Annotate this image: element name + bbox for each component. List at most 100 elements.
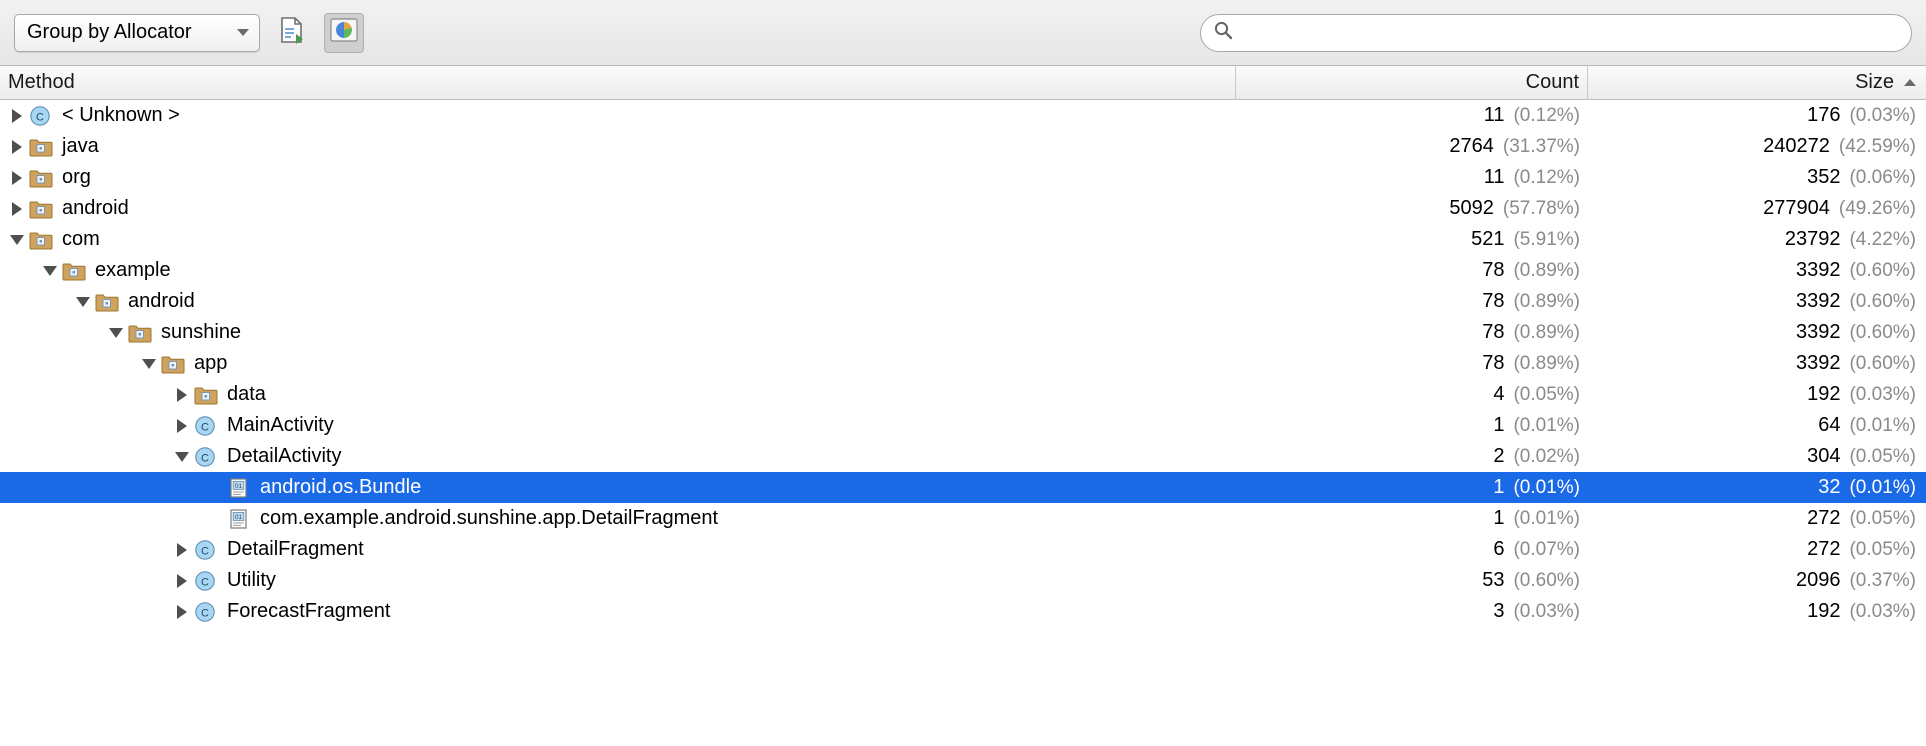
- table-row[interactable]: 01 android.os.Bundle 1 (0.01%) 32 (0.01%): [0, 472, 1926, 503]
- size-value: 352: [1807, 166, 1841, 188]
- table-row[interactable]: C < Unknown > 11 (0.12%) 176 (0.03%): [0, 100, 1926, 131]
- count-value: 5092: [1449, 197, 1494, 219]
- size-percent: (0.60%): [1849, 353, 1916, 374]
- collapse-triangle-icon[interactable]: [6, 229, 28, 251]
- table-row[interactable]: C Utility 53 (0.60%) 2096 (0.37%): [0, 565, 1926, 596]
- size-value: 240272: [1763, 135, 1830, 157]
- column-header-size[interactable]: Size: [1588, 66, 1926, 100]
- search-input[interactable]: [1241, 20, 1899, 45]
- package-folder-icon: [61, 260, 87, 282]
- expand-triangle-icon[interactable]: [6, 167, 28, 189]
- cell-method: app: [0, 352, 1236, 375]
- chart-view-button[interactable]: [324, 12, 364, 53]
- expand-triangle-icon[interactable]: [171, 539, 193, 561]
- export-button[interactable]: [272, 13, 312, 53]
- table-row[interactable]: java 2764 (31.37%) 240272 (42.59%): [0, 131, 1926, 162]
- table-row[interactable]: 01 com.example.android.sunshine.app.Detai…: [0, 503, 1926, 534]
- cell-method: android: [0, 197, 1236, 220]
- svg-text:C: C: [201, 421, 209, 433]
- count-percent: (0.12%): [1513, 105, 1580, 126]
- search-box[interactable]: [1200, 13, 1912, 52]
- table-row[interactable]: data 4 (0.05%) 192 (0.03%): [0, 379, 1926, 410]
- cell-count: 4 (0.05%): [1236, 383, 1588, 406]
- count-percent: (0.60%): [1513, 570, 1580, 591]
- expand-triangle-icon[interactable]: [171, 415, 193, 437]
- table-row[interactable]: C MainActivity 1 (0.01%) 64 (0.01%): [0, 410, 1926, 441]
- table-row[interactable]: app 78 (0.89%) 3392 (0.60%): [0, 348, 1926, 379]
- size-percent: (0.05%): [1849, 508, 1916, 529]
- group-by-allocator-dropdown[interactable]: Group by Allocator: [14, 13, 260, 52]
- cell-size: 277904 (49.26%): [1588, 197, 1926, 220]
- count-percent: (57.78%): [1502, 198, 1580, 219]
- cell-count: 2 (0.02%): [1236, 445, 1588, 468]
- size-percent: (4.22%): [1849, 229, 1916, 250]
- row-label: org: [62, 166, 91, 188]
- expand-triangle-icon[interactable]: [6, 136, 28, 158]
- table-row[interactable]: android 5092 (57.78%) 277904 (49.26%): [0, 193, 1926, 224]
- expand-triangle-icon[interactable]: [171, 570, 193, 592]
- row-label: sunshine: [161, 321, 242, 343]
- expand-triangle-icon[interactable]: [171, 601, 193, 623]
- column-header-count-label: Count: [1525, 71, 1579, 93]
- allocation-tree[interactable]: C < Unknown >11 (0.12%) 176 (0.03%) java 2764(…: [0, 100, 1926, 746]
- cell-method: C < Unknown >: [0, 104, 1236, 127]
- count-value: 11: [1483, 104, 1505, 126]
- row-label: Utility: [227, 569, 276, 591]
- count-percent: (31.37%): [1502, 136, 1580, 157]
- collapse-triangle-icon[interactable]: [138, 353, 160, 375]
- table-row[interactable]: sunshine 78 (0.89%) 3392 (0.60%): [0, 317, 1926, 348]
- size-percent: (0.03%): [1849, 601, 1916, 622]
- table-row[interactable]: com 521 (5.91%) 23792 (4.22%): [0, 224, 1926, 255]
- count-percent: (0.89%): [1513, 353, 1580, 374]
- row-label: java: [62, 135, 99, 157]
- count-value: 78: [1482, 352, 1505, 374]
- cell-method: example: [0, 259, 1236, 282]
- cell-count: 1 (0.01%): [1236, 414, 1588, 437]
- row-label: android: [128, 290, 195, 312]
- table-row[interactable]: android 78 (0.89%) 3392 (0.60%): [0, 286, 1926, 317]
- collapse-triangle-icon[interactable]: [72, 291, 94, 313]
- table-row[interactable]: C ForecastFragment 3 (0.03%) 192 (0.03%): [0, 596, 1926, 627]
- cell-count: 3 (0.03%): [1236, 600, 1588, 623]
- column-header-method[interactable]: Method: [0, 65, 1236, 100]
- count-value: 2764: [1449, 135, 1494, 157]
- cell-count: 78 (0.89%): [1236, 321, 1588, 344]
- package-folder-icon: [28, 136, 54, 158]
- size-value: 3392: [1795, 290, 1841, 312]
- cell-size: 352 (0.06%): [1588, 166, 1926, 189]
- package-folder-icon: [160, 353, 186, 375]
- size-percent: (0.37%): [1849, 570, 1916, 591]
- column-header-count[interactable]: Count: [1236, 65, 1588, 100]
- row-label: DetailActivity: [227, 445, 342, 467]
- row-label: DetailFragment: [227, 538, 364, 560]
- table-row[interactable]: C DetailFragment 6 (0.07%) 272 (0.05%): [0, 534, 1926, 565]
- size-value: 304: [1807, 445, 1841, 467]
- expand-triangle-icon[interactable]: [6, 198, 28, 220]
- collapse-triangle-icon[interactable]: [171, 446, 193, 468]
- expand-triangle-icon[interactable]: [6, 105, 28, 127]
- collapse-triangle-icon[interactable]: [39, 260, 61, 282]
- package-folder-icon: [94, 291, 120, 313]
- count-value: 78: [1482, 290, 1505, 312]
- collapse-triangle-icon[interactable]: [105, 322, 127, 344]
- cell-count: 1 (0.01%): [1236, 507, 1588, 530]
- row-label: android.os.Bundle: [260, 476, 422, 498]
- svg-text:C: C: [201, 607, 209, 619]
- expand-triangle-icon[interactable]: [171, 384, 193, 406]
- search-icon: [1213, 20, 1233, 46]
- svg-text:01: 01: [235, 483, 243, 490]
- size-value: 32: [1818, 476, 1841, 498]
- count-value: 53: [1482, 569, 1505, 591]
- count-value: 521: [1471, 228, 1505, 250]
- package-folder-icon: [28, 198, 54, 220]
- table-row[interactable]: org 11 (0.12%) 352 (0.06%): [0, 162, 1926, 193]
- size-percent: (0.05%): [1849, 446, 1916, 467]
- svg-text:C: C: [36, 111, 44, 123]
- table-row[interactable]: example 78 (0.89%) 3392 (0.60%): [0, 255, 1926, 286]
- count-value: 3: [1493, 600, 1505, 622]
- table-row[interactable]: C DetailActivity 2 (0.02%) 304 (0.05%): [0, 441, 1926, 472]
- size-value: 272: [1807, 538, 1841, 560]
- class-icon: C: [193, 570, 219, 592]
- cell-count: 78 (0.89%): [1236, 290, 1588, 313]
- row-label: < Unknown >: [62, 104, 180, 126]
